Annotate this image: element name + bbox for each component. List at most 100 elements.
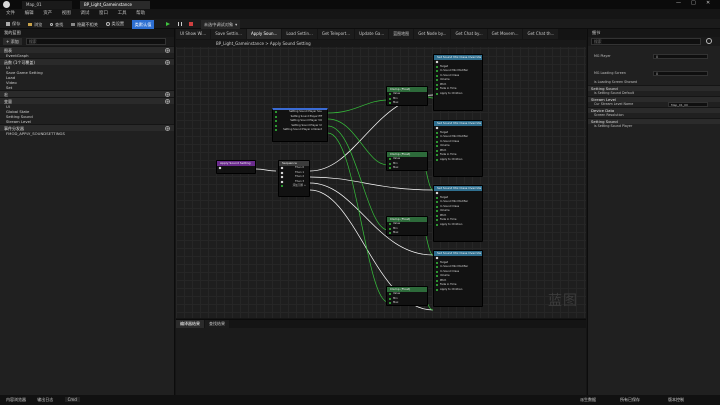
clamp-node[interactable]: Clamp (Float) Value Min Max: [386, 151, 428, 171]
hide-unrelated-button[interactable]: 隐藏不相关: [70, 20, 98, 30]
prop-row: is Loading Screen Showed: [594, 80, 638, 84]
stop-icon: [189, 22, 194, 26]
prop-row: Screen Resolution: [594, 113, 624, 117]
graph-tab[interactable]: Get Teleport...: [317, 29, 355, 39]
graph-tab[interactable]: Get Movem...: [487, 29, 523, 39]
menu-debug[interactable]: 调试: [80, 9, 89, 19]
settings-icon[interactable]: [706, 38, 712, 44]
my-blueprint-panel: 我的蓝图 + 添加 图表+ EventGraph 函数 (1个可覆盖)+ UI …: [0, 29, 175, 395]
cmd-input[interactable]: Cmd: [64, 397, 80, 402]
tree-item[interactable]: FMOD_APPLY_SOUNDSETTINGS: [0, 131, 174, 136]
tab-find-results[interactable]: 查找结果: [205, 320, 229, 328]
clamp-pin[interactable]: Max: [387, 101, 427, 106]
unreal-logo-icon[interactable]: [3, 1, 10, 8]
set-node-pin[interactable]: Apply to Children: [434, 92, 482, 97]
play-icon: [166, 22, 171, 26]
blueprint-graph[interactable]: BP_Light_Gameinstance > Apply Sound Sett…: [176, 40, 586, 318]
gear-icon: [105, 22, 110, 26]
add-graph-icon[interactable]: +: [165, 48, 170, 53]
menu-help[interactable]: 帮助: [136, 9, 145, 19]
save-button[interactable]: 保存: [6, 19, 20, 29]
pause-button[interactable]: [177, 22, 182, 26]
pause-icon: [177, 22, 182, 26]
details-search-input[interactable]: [591, 38, 701, 45]
maximize-button[interactable]: □: [691, 0, 696, 6]
variables-node[interactable]: Setting Sound Player Sou Setting Sound P…: [272, 108, 328, 142]
clamp-node[interactable]: Clamp (Float) Value Min Max: [386, 286, 428, 306]
graph-tab[interactable]: Get Chat th...: [523, 29, 559, 39]
set-sound-mix-node[interactable]: Set Sound Mix Class Override Target In S…: [433, 185, 483, 242]
content-browser-button[interactable]: 内容浏览器: [6, 397, 26, 402]
details-panel: 细节 MG Player0 MG Loading Screen0 is Load…: [587, 29, 720, 395]
tab-compiler-results[interactable]: 编译器结果: [176, 320, 204, 328]
find-button[interactable]: 查找: [49, 20, 63, 30]
graph-tab[interactable]: Update Ga...: [355, 29, 389, 39]
add-button[interactable]: + 添加: [3, 38, 22, 45]
set-sound-mix-node[interactable]: Set Sound Mix Class Override Target In S…: [433, 54, 483, 111]
graph-tab[interactable]: Get Node by...: [414, 29, 451, 39]
section-event-dispatchers[interactable]: 事件分发器 +: [0, 124, 174, 131]
graph-tab[interactable]: Save Settin...: [211, 29, 246, 39]
blueprint-watermark: 蓝图: [548, 293, 578, 309]
add-function-icon[interactable]: +: [165, 60, 170, 65]
exec-pin[interactable]: [217, 166, 255, 171]
section-graphs[interactable]: 图表 +: [0, 46, 174, 53]
add-variable-icon[interactable]: +: [165, 99, 170, 104]
menu-view[interactable]: 视图: [62, 9, 71, 19]
menu-bar: 文件 编辑 资产 视图 调试 窗口 工具 帮助: [0, 9, 720, 19]
search-input[interactable]: [26, 38, 166, 45]
set-node-pin[interactable]: Apply to Children: [434, 158, 482, 163]
set-sound-mix-node[interactable]: Set Sound Mix Class Override Target In S…: [433, 120, 483, 177]
search-icon: [49, 23, 53, 26]
variable-pin[interactable]: Setting Sound Player Ambient: [273, 128, 327, 133]
prop-row: MG Loading Screen 0: [588, 71, 720, 76]
add-dispatcher-icon[interactable]: +: [165, 126, 170, 131]
menu-asset[interactable]: 资产: [43, 9, 52, 19]
sequence-node[interactable]: Sequence Then 0 Then 1 Then 2 Then 3 添加引…: [278, 160, 310, 197]
event-node[interactable]: Apply Sound Setting: [216, 160, 256, 174]
minimize-button[interactable]: —: [676, 0, 681, 6]
derived-data-button[interactable]: 派生数据: [580, 395, 596, 405]
tab-blueprint[interactable]: BP_Light_Gameinstance: [80, 1, 150, 9]
prop-value-field[interactable]: 0: [653, 71, 708, 76]
save-icon: [6, 22, 10, 26]
section-macros[interactable]: 宏 +: [0, 90, 174, 97]
play-button[interactable]: [166, 22, 171, 26]
status-bar: 内容浏览器 输出日志 Cmd 派生数据 所有已保存 版本控制: [0, 395, 720, 405]
stop-button[interactable]: [189, 22, 194, 26]
set-node-pin[interactable]: Apply to Children: [434, 223, 482, 228]
clamp-pin[interactable]: Max: [387, 301, 427, 306]
graph-tab-active[interactable]: Apply Soun...: [246, 29, 282, 39]
source-control-button[interactable]: 版本控制: [668, 395, 684, 405]
bottom-panel: 编译器结果 查找结果: [176, 319, 586, 395]
filter-icon: [70, 23, 75, 26]
toolbar: 保存 浏览 查找 隐藏不相关 类设置 类默认值 未选中调试对象 ▾: [0, 19, 720, 30]
section-functions[interactable]: 函数 (1个可覆盖) +: [0, 58, 174, 65]
tab-map[interactable]: Map_01: [22, 1, 72, 9]
menu-window[interactable]: 窗口: [99, 9, 108, 19]
all-saved-label: 所有已保存: [620, 397, 640, 402]
clamp-pin[interactable]: Max: [387, 231, 427, 236]
graph-tab[interactable]: 蓝图地图: [389, 29, 414, 39]
title-bar: Map_01 BP_Light_Gameinstance — □ ✕: [0, 0, 720, 9]
clamp-node[interactable]: Clamp (Float) Value Min Max: [386, 86, 428, 106]
graph-tab[interactable]: Load Settin...: [282, 29, 317, 39]
stream-level-field[interactable]: Map_01_00: [668, 102, 708, 107]
clamp-node[interactable]: Clamp (Float) Value Min Max: [386, 216, 428, 236]
class-settings-button[interactable]: 类设置: [105, 19, 124, 29]
output-log-button[interactable]: 输出日志: [37, 397, 53, 402]
section-variables[interactable]: 变量 +: [0, 97, 174, 104]
graph-tab[interactable]: UI Show Wi...: [176, 29, 211, 39]
close-button[interactable]: ✕: [706, 0, 710, 6]
set-node-pin[interactable]: Apply to Children: [434, 288, 482, 293]
prop-value-field[interactable]: 0: [653, 54, 708, 59]
graph-tab[interactable]: Get Chat by...: [451, 29, 487, 39]
menu-edit[interactable]: 编辑: [25, 9, 34, 19]
prop-row: is Setting Sound Default: [594, 91, 635, 95]
set-sound-mix-node[interactable]: Set Sound Mix Class Override Target In S…: [433, 250, 483, 307]
clamp-pin[interactable]: Max: [387, 166, 427, 171]
add-pin-button[interactable]: 添加引脚 +: [279, 184, 309, 189]
browse-button[interactable]: 浏览: [27, 20, 42, 30]
menu-file[interactable]: 文件: [6, 9, 15, 19]
menu-tools[interactable]: 工具: [118, 9, 127, 19]
